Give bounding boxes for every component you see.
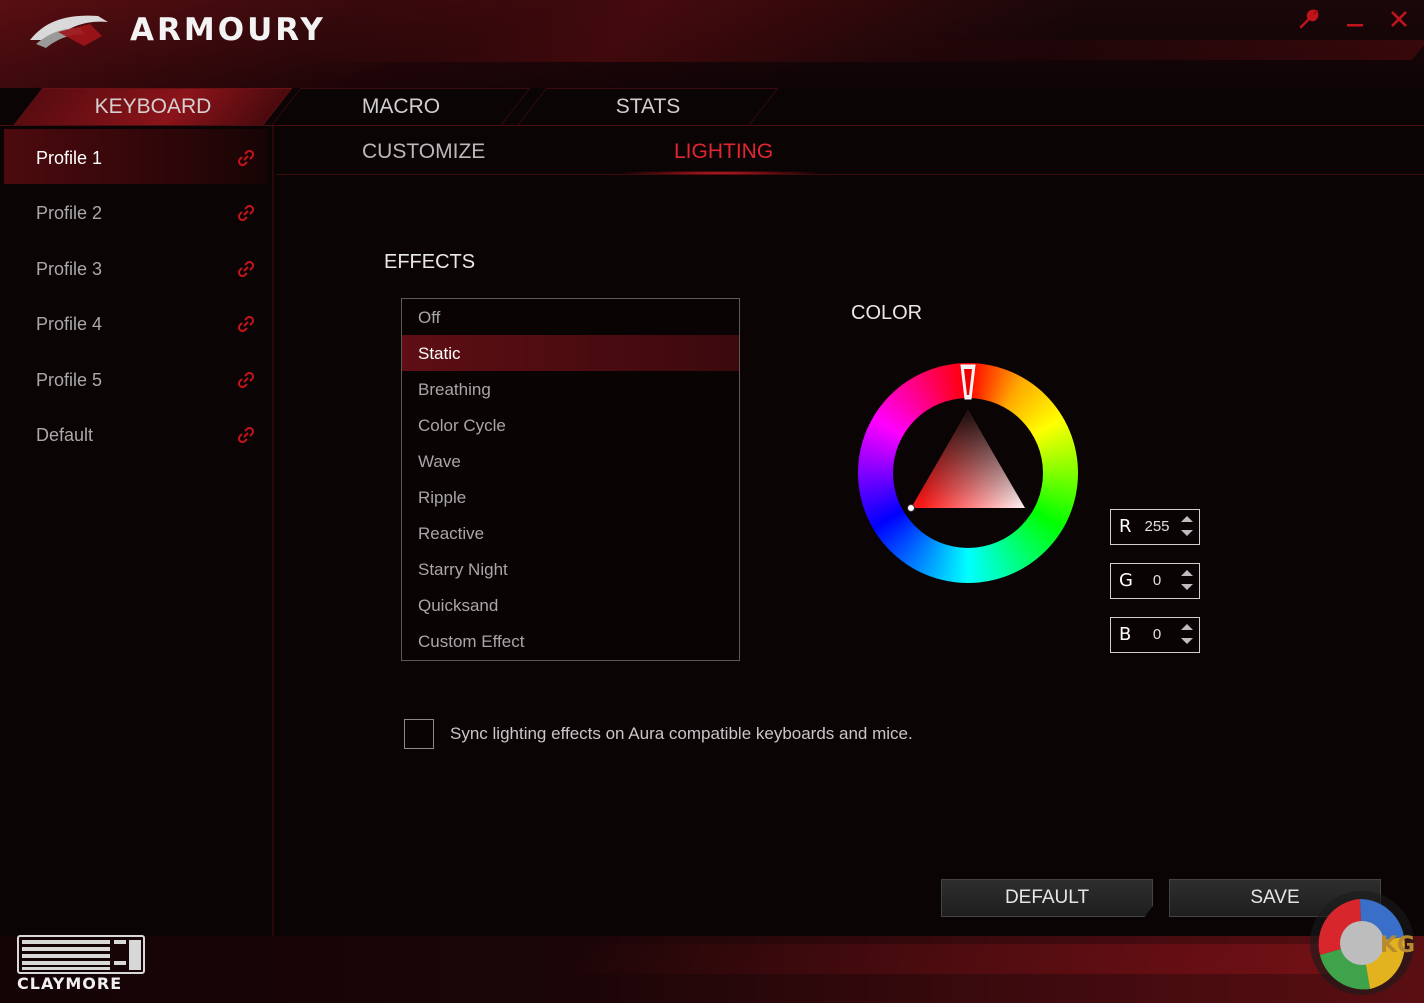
tab-keyboard[interactable]: KEYBOARD [13, 88, 293, 125]
sidebar-divider [272, 126, 274, 936]
effect-static[interactable]: Static [402, 335, 739, 371]
rog-logo-icon [30, 15, 108, 48]
green-increment-icon[interactable] [1181, 570, 1193, 576]
profile-label: Profile 5 [36, 370, 103, 390]
link-icon[interactable] [238, 261, 254, 277]
green-input[interactable]: G 0 [1110, 563, 1200, 599]
footer-bar [0, 936, 1424, 1003]
sidebar-item-profile-3[interactable]: Profile 3 [4, 240, 268, 295]
effect-custom-effect[interactable]: Custom Effect [402, 623, 739, 659]
saturation-handle [907, 504, 915, 512]
link-icon[interactable] [238, 372, 254, 388]
tab-lighting[interactable]: LIGHTING [674, 140, 773, 170]
sync-checkbox[interactable] [404, 719, 434, 749]
sidebar-item-profile-5[interactable]: Profile 5 [4, 351, 268, 406]
effect-breathing[interactable]: Breathing [402, 371, 739, 407]
close-icon[interactable] [1386, 8, 1412, 34]
red-label: R [1119, 516, 1132, 537]
keyboard-icon [17, 935, 145, 974]
tab-stats[interactable]: STATS [517, 88, 779, 125]
sidebar-item-default[interactable]: Default [4, 406, 268, 461]
profile-sidebar: Profile 1 Profile 2 Profile 3 Profile 4 … [0, 126, 272, 936]
green-label: G [1119, 570, 1133, 591]
svg-text:KG: KG [1380, 933, 1415, 958]
profile-label: Default [36, 425, 94, 445]
effect-reactive[interactable]: Reactive [402, 515, 739, 551]
effect-quicksand[interactable]: Quicksand [402, 587, 739, 623]
green-value: 0 [1152, 572, 1162, 589]
subtab-divider [276, 174, 1424, 175]
color-picker-triangle[interactable] [858, 363, 1078, 583]
effect-off[interactable]: Off [402, 299, 739, 335]
link-icon[interactable] [238, 205, 254, 221]
active-tab-indicator [620, 171, 820, 175]
effect-ripple[interactable]: Ripple [402, 479, 739, 515]
red-increment-icon[interactable] [1181, 516, 1193, 522]
kg-watermark-logo: KG [1310, 891, 1415, 995]
tab-label: MACRO [361, 95, 441, 118]
blue-value: 0 [1152, 626, 1162, 643]
default-button[interactable]: DEFAULT [941, 879, 1153, 917]
blue-input[interactable]: B 0 [1110, 617, 1200, 653]
link-icon[interactable] [238, 150, 254, 166]
red-value: 255 [1144, 518, 1170, 535]
app-title: ARMOURY [130, 12, 326, 48]
wrench-icon[interactable] [1296, 8, 1322, 34]
effect-color-cycle[interactable]: Color Cycle [402, 407, 739, 443]
link-icon[interactable] [238, 316, 254, 332]
tab-label: KEYBOARD [94, 95, 212, 118]
blue-decrement-icon[interactable] [1181, 638, 1193, 644]
effect-starry-night[interactable]: Starry Night [402, 551, 739, 587]
sidebar-item-profile-4[interactable]: Profile 4 [4, 295, 268, 350]
red-input[interactable]: R 255 [1110, 509, 1200, 545]
tab-customize[interactable]: CUSTOMIZE [362, 140, 485, 170]
green-decrement-icon[interactable] [1181, 584, 1193, 590]
title-bar: ARMOURY [0, 0, 1424, 88]
blue-label: B [1119, 624, 1132, 645]
profile-label: Profile 4 [36, 314, 103, 334]
red-decrement-icon[interactable] [1181, 530, 1193, 536]
sidebar-item-profile-1[interactable]: Profile 1 [4, 129, 268, 184]
minimize-icon[interactable] [1342, 8, 1368, 34]
profile-label: Profile 3 [36, 259, 103, 279]
blue-increment-icon[interactable] [1181, 624, 1193, 630]
header-decoration [891, 40, 1424, 60]
link-icon[interactable] [238, 427, 254, 443]
tab-label: STATS [615, 95, 681, 118]
sidebar-item-profile-2[interactable]: Profile 2 [4, 184, 268, 239]
profile-label: Profile 1 [36, 148, 103, 168]
effect-wave[interactable]: Wave [402, 443, 739, 479]
sync-label: Sync lighting effects on Aura compatible… [450, 724, 913, 743]
effects-list: Off Static Breathing Color Cycle Wave Ri… [401, 298, 740, 661]
color-heading: COLOR [851, 302, 923, 324]
effects-heading: EFFECTS [384, 251, 476, 273]
device-name: CLAYMORE [17, 974, 123, 993]
tab-macro[interactable]: MACRO [271, 88, 531, 125]
profile-label: Profile 2 [36, 203, 103, 223]
